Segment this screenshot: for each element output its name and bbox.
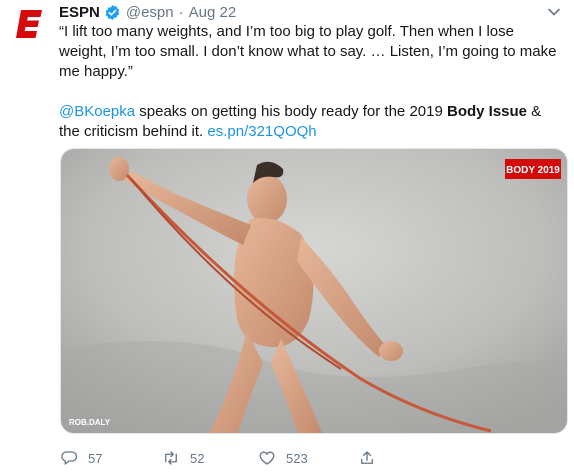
body-issue-badge: BODY 2019 <box>505 159 561 179</box>
tweet-date[interactable]: Aug 22 <box>189 4 237 21</box>
tweet-header: ESPN @espn · Aug 22 <box>59 2 236 22</box>
like-button[interactable]: 523 <box>258 449 358 467</box>
chevron-down-icon <box>548 8 560 16</box>
tweet-body: @BKoepka speaks on getting his body read… <box>59 102 564 142</box>
mention-link[interactable]: @BKoepka <box>59 103 135 120</box>
like-count: 523 <box>286 450 308 466</box>
reply-button[interactable]: 57 <box>60 449 162 467</box>
tweet-menu-button[interactable] <box>544 2 564 22</box>
tweet-text: “I lift too many weights, and I’m too bi… <box>59 22 564 142</box>
retweet-count: 52 <box>190 450 205 466</box>
verified-icon <box>105 4 120 20</box>
badge-text: BODY 2019 <box>506 165 560 176</box>
like-icon <box>259 451 275 465</box>
tweet-media[interactable]: BODY 2019 ROB.DALY <box>60 148 568 434</box>
tweet-quote: “I lift too many weights, and I’m too bi… <box>59 23 557 80</box>
retweet-icon <box>165 451 177 465</box>
body-bold-text: Body Issue <box>446 103 528 120</box>
share-icon <box>361 451 373 464</box>
share-button[interactable] <box>358 449 376 467</box>
photo-credit: ROB.DALY <box>69 418 111 427</box>
photo: BODY 2019 ROB.DALY <box>61 149 567 433</box>
separator-dot: · <box>178 3 184 21</box>
author-name[interactable]: ESPN <box>59 4 100 21</box>
url-link[interactable]: es.pn/321QOQh <box>207 123 316 140</box>
body-text-middle: speaks on getting his body ready for the… <box>135 103 447 120</box>
tweet-actions: 57 52 523 <box>60 444 376 472</box>
avatar[interactable] <box>10 6 48 44</box>
reply-count: 57 <box>88 450 103 466</box>
tweet: ESPN @espn · Aug 22 “I lift too many wei… <box>0 0 574 470</box>
retweet-button[interactable]: 52 <box>162 449 258 467</box>
author-handle[interactable]: @espn <box>126 4 174 21</box>
espn-logo-icon <box>16 10 42 38</box>
reply-icon <box>61 451 78 465</box>
